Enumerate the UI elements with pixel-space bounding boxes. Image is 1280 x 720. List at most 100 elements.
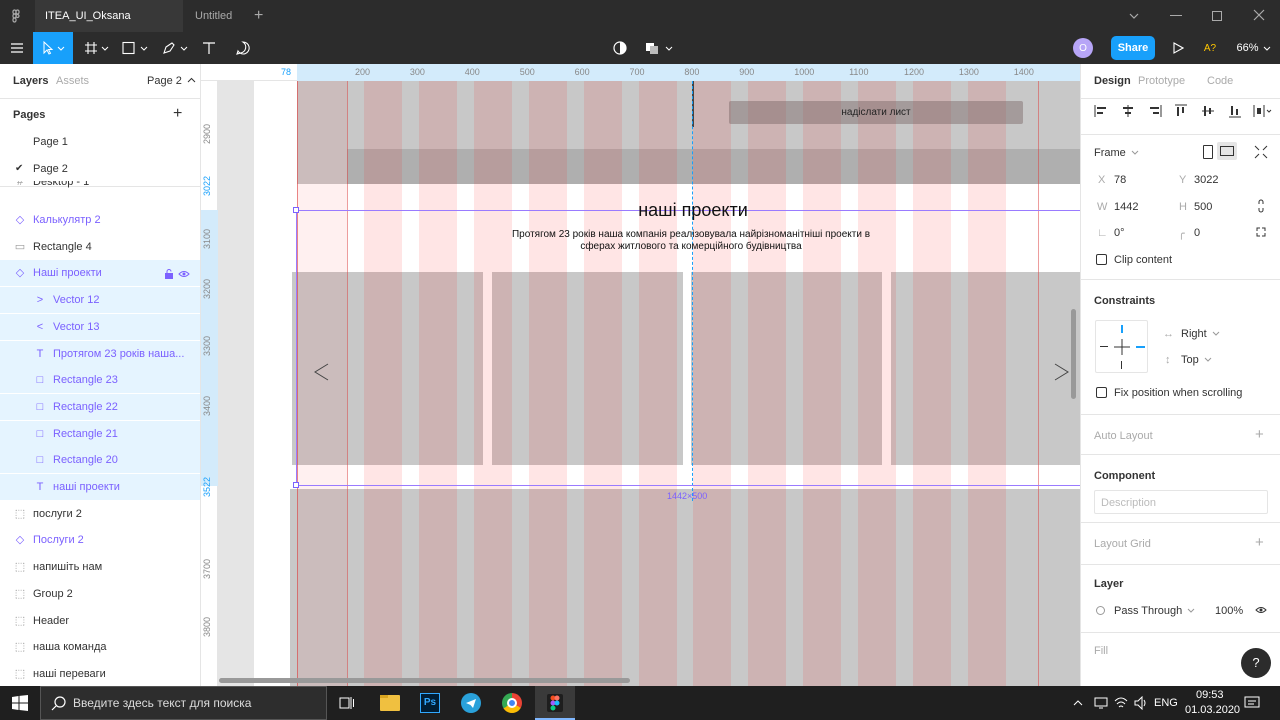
visibility-eye-icon[interactable] bbox=[1255, 605, 1267, 615]
windows-start-icon[interactable] bbox=[12, 695, 28, 711]
page-item-page-1[interactable]: Page 1 bbox=[33, 136, 68, 148]
vertical-scrollbar[interactable] bbox=[1071, 309, 1076, 399]
frame-dropdown[interactable]: Frame bbox=[1094, 147, 1139, 159]
layer-протягом-23-років-наша[interactable]: T Протягом 23 років наша... bbox=[0, 340, 200, 367]
constrain-proportions-icon[interactable] bbox=[1257, 199, 1265, 213]
selection-handle[interactable] bbox=[293, 207, 299, 213]
layer-frame-desktop[interactable]: # Desktop - 1 bbox=[0, 181, 200, 195]
tab-prototype[interactable]: Prototype bbox=[1138, 75, 1185, 87]
lock-icon[interactable] bbox=[164, 269, 174, 279]
new-tab-button[interactable]: + bbox=[254, 7, 263, 25]
tab-assets[interactable]: Assets bbox=[56, 75, 89, 87]
eye-icon[interactable] bbox=[178, 269, 190, 279]
layer-наша-команда[interactable]: ⬚ наша команда bbox=[0, 634, 200, 660]
avatar[interactable]: O bbox=[1073, 38, 1093, 58]
tab-code[interactable]: Code bbox=[1207, 75, 1233, 87]
align-center-icon[interactable] bbox=[1121, 104, 1135, 118]
present-icon[interactable] bbox=[1168, 32, 1188, 64]
opacity-field[interactable]: 100% bbox=[1215, 605, 1243, 617]
tray-chevron-icon[interactable] bbox=[1072, 697, 1084, 709]
x-field[interactable]: 78 bbox=[1114, 174, 1126, 186]
layer-калькулятр-2[interactable]: ◇ Калькулятр 2 bbox=[0, 207, 200, 233]
layer-header[interactable]: ⬚ Header bbox=[0, 608, 200, 634]
align-middle-icon[interactable] bbox=[1201, 104, 1215, 118]
layer-rectangle-20[interactable]: □ Rectangle 20 bbox=[0, 447, 200, 474]
chevron-left-icon[interactable] bbox=[313, 362, 331, 382]
page-selector[interactable]: Page 2 bbox=[147, 75, 196, 87]
add-auto-layout-button[interactable]: + bbox=[1255, 426, 1264, 443]
language-indicator[interactable]: ENG bbox=[1154, 697, 1178, 709]
layer-наші-переваги[interactable]: ⬚ наші переваги bbox=[0, 661, 200, 687]
layer-rectangle-23[interactable]: □ Rectangle 23 bbox=[0, 367, 200, 394]
y-field[interactable]: 3022 bbox=[1194, 174, 1218, 186]
description-input[interactable]: Description bbox=[1094, 490, 1268, 514]
align-right-icon[interactable] bbox=[1148, 104, 1162, 118]
canvas[interactable]: 78 200 300 400 500 600 700 800 900 1000 1100 1200 1… bbox=[201, 64, 1080, 686]
constraints-widget[interactable] bbox=[1095, 320, 1148, 373]
main-menu-icon[interactable] bbox=[4, 32, 30, 64]
text-tool[interactable] bbox=[198, 32, 220, 64]
theme-toggle-icon[interactable] bbox=[610, 32, 630, 64]
send-letter-button[interactable]: надіслати лист bbox=[729, 101, 1023, 124]
accessibility-badge[interactable]: A? bbox=[1200, 32, 1220, 64]
clock-time[interactable]: 09:53 bbox=[1196, 689, 1224, 701]
section-description[interactable]: Протягом 23 років наша компанія реалізов… bbox=[501, 229, 881, 253]
layer-наші-проекти[interactable]: Tнаші проекти bbox=[0, 474, 200, 500]
layer-rectangle-21[interactable]: □ Rectangle 21 bbox=[0, 420, 200, 447]
rectangle-tool[interactable] bbox=[118, 32, 152, 64]
chrome-icon[interactable] bbox=[502, 693, 522, 713]
component-tools-icon[interactable] bbox=[642, 32, 676, 64]
horizontal-scrollbar[interactable] bbox=[219, 678, 630, 683]
wifi-icon[interactable] bbox=[1114, 696, 1128, 710]
tab-layers[interactable]: Layers bbox=[13, 75, 48, 87]
move-tool[interactable] bbox=[33, 32, 73, 64]
add-layout-grid-button[interactable]: + bbox=[1255, 534, 1264, 551]
network-icon[interactable] bbox=[1094, 697, 1108, 709]
pen-tool[interactable] bbox=[158, 32, 192, 64]
figma-taskbar-icon[interactable] bbox=[535, 686, 575, 720]
comment-tool[interactable] bbox=[232, 32, 254, 64]
align-left-icon[interactable] bbox=[1094, 104, 1108, 118]
selection-handle[interactable] bbox=[293, 482, 299, 488]
layer-rectangle-22[interactable]: □ Rectangle 22 bbox=[0, 393, 200, 420]
taskbar-search[interactable]: Введите здесь текст для поиска bbox=[40, 686, 327, 720]
section-title[interactable]: наші проекти bbox=[581, 200, 805, 221]
h-field[interactable]: 500 bbox=[1194, 201, 1212, 213]
landscape-icon[interactable] bbox=[1217, 142, 1237, 160]
layer-vector-13[interactable]: < Vector 13 bbox=[0, 313, 200, 340]
chevron-right-icon[interactable] bbox=[1052, 362, 1070, 382]
frame-tool[interactable] bbox=[80, 32, 114, 64]
layer-group-2[interactable]: ⬚ Group 2 bbox=[0, 581, 200, 607]
volume-icon[interactable] bbox=[1134, 695, 1148, 711]
minimize-icon[interactable] bbox=[1170, 15, 1182, 16]
restore-icon[interactable] bbox=[1212, 11, 1222, 21]
independent-corners-icon[interactable] bbox=[1256, 227, 1266, 237]
zoom-level[interactable]: 66% bbox=[1234, 32, 1274, 64]
layer-послуги-2[interactable]: ◇ Послуги 2 bbox=[0, 527, 200, 553]
share-button[interactable]: Share bbox=[1111, 36, 1155, 60]
telegram-icon[interactable] bbox=[461, 693, 481, 713]
task-view-icon[interactable] bbox=[339, 695, 355, 711]
tab-itea-ui[interactable]: ITEA_UI_Oksana Terminaka× bbox=[35, 0, 183, 54]
page-item-page-2[interactable]: Page 2 bbox=[33, 163, 68, 175]
layer-напишіть-нам[interactable]: ⬚ напишіть нам bbox=[0, 554, 200, 580]
chevron-down-icon[interactable] bbox=[1128, 10, 1140, 22]
clock-date[interactable]: 01.03.2020 bbox=[1185, 704, 1240, 716]
align-top-icon[interactable] bbox=[1174, 104, 1188, 118]
file-explorer-icon[interactable] bbox=[380, 695, 400, 711]
horizontal-constraint-dropdown[interactable]: Right bbox=[1181, 328, 1220, 340]
close-window-icon[interactable] bbox=[1252, 8, 1266, 22]
layer-vector-12[interactable]: > Vector 12 bbox=[0, 287, 200, 314]
w-field[interactable]: 1442 bbox=[1114, 201, 1138, 213]
add-page-button[interactable]: + bbox=[173, 105, 182, 123]
blend-mode-dropdown[interactable]: Pass Through bbox=[1114, 605, 1195, 617]
portrait-icon[interactable] bbox=[1203, 145, 1213, 159]
help-button[interactable]: ? bbox=[1241, 648, 1271, 678]
tab-untitled[interactable]: Untitled bbox=[185, 0, 245, 32]
figma-menu-icon[interactable] bbox=[8, 8, 24, 24]
vertical-constraint-dropdown[interactable]: Top bbox=[1181, 354, 1212, 366]
rotation-field[interactable]: 0° bbox=[1114, 227, 1125, 239]
notifications-icon[interactable] bbox=[1244, 695, 1260, 711]
clip-content-checkbox[interactable] bbox=[1096, 254, 1107, 265]
layer-послуги-2[interactable]: ⬚ послуги 2 bbox=[0, 501, 200, 527]
